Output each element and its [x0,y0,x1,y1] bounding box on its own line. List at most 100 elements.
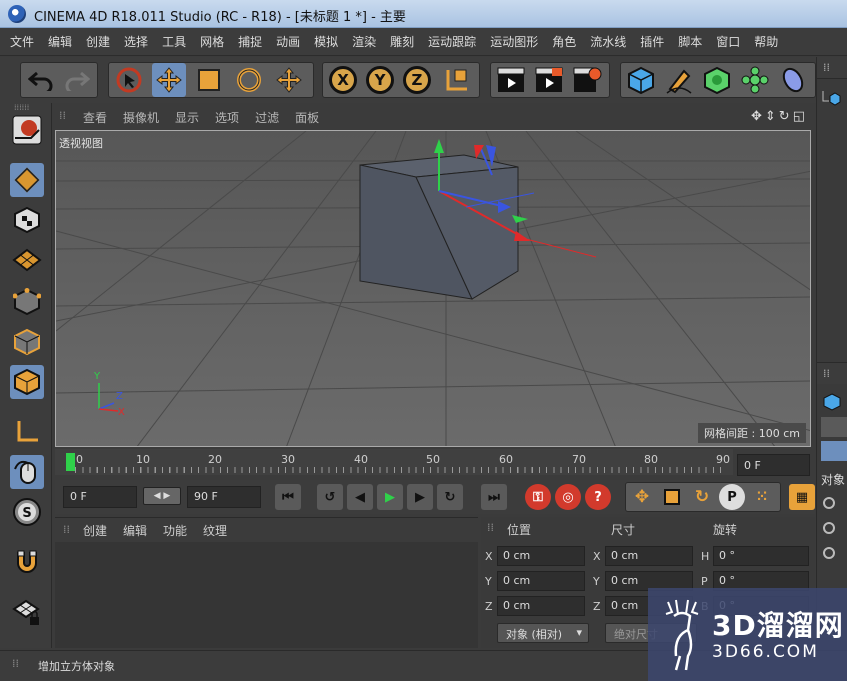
prev-key-button[interactable]: ↺ [317,484,343,510]
pos-z-field[interactable]: 0 cm [497,596,585,616]
scale-tool-button[interactable] [192,63,226,97]
attribute-tab[interactable] [821,417,847,437]
undo-button[interactable] [24,63,58,97]
menu-select[interactable]: 选择 [124,33,148,50]
select-tool-button[interactable] [112,63,146,97]
rot-h-field[interactable]: 0 ° [713,546,809,566]
autokey-button[interactable]: ◎ [555,484,581,510]
menu-pipeline[interactable]: 流水线 [590,33,626,50]
menu-simulate[interactable]: 模拟 [314,33,338,50]
pos-x-field[interactable]: 0 cm [497,546,585,566]
min-frame-field[interactable]: 0 F [63,486,137,508]
texture-mode-button[interactable] [10,203,44,237]
attribute-radio[interactable] [823,547,835,559]
last-tool-button[interactable] [272,63,306,97]
play-button[interactable]: ▶ [377,484,403,510]
dolly-icon[interactable]: ⇕ [765,109,779,124]
material-menu-create[interactable]: 创建 [83,522,107,539]
object-tree-item[interactable] [821,91,841,107]
next-frame-button[interactable]: ▶ [407,484,433,510]
add-spline-button[interactable] [662,63,696,97]
viewport-menu-display[interactable]: 显示 [175,109,199,126]
menu-window[interactable]: 窗口 [716,33,740,50]
render-settings-button[interactable] [570,63,604,97]
solo-button[interactable]: S [10,495,44,529]
material-menu-edit[interactable]: 编辑 [123,522,147,539]
current-frame-field[interactable]: 0 F [737,454,810,476]
viewport-menu-cameras[interactable]: 摄像机 [123,109,159,126]
scale-track-button[interactable] [659,484,685,510]
attribute-radio[interactable] [823,522,835,534]
tweak-mode-button[interactable] [10,455,44,489]
timeline-ruler[interactable]: 0 10 20 30 40 50 60 70 80 90 [55,449,733,475]
mode-switch-button[interactable] [10,113,44,147]
parameter-track-button[interactable]: P [719,484,745,510]
menu-motion-tracking[interactable]: 运动跟踪 [428,33,476,50]
pan-icon[interactable]: ✥ [751,109,765,124]
menu-tools[interactable]: 工具 [162,33,186,50]
max-frame-field[interactable]: 90 F [187,486,261,508]
viewport-menu-filter[interactable]: 过滤 [255,109,279,126]
record-key-button[interactable]: ⚿ [525,484,551,510]
keyframe-selection-button[interactable]: ? [585,484,611,510]
y-axis-lock-button[interactable]: Y [363,63,397,97]
menu-script[interactable]: 脚本 [678,33,702,50]
prev-frame-button[interactable]: ◀ [347,484,373,510]
goto-start-button[interactable]: ⏮ [275,484,301,510]
x-axis-lock-button[interactable]: X [326,63,360,97]
rotate-tool-button[interactable] [232,63,266,97]
menu-mograph[interactable]: 运动图形 [490,33,538,50]
rotation-track-button[interactable]: ↻ [689,484,715,510]
render-view-button[interactable] [494,63,528,97]
z-axis-lock-button[interactable]: Z [400,63,434,97]
edges-mode-button[interactable] [10,325,44,359]
render-to-picture-viewer-button[interactable] [532,63,566,97]
menu-mesh[interactable]: 网格 [200,33,224,50]
add-generator-button[interactable] [700,63,734,97]
pen-spline-icon [666,69,692,94]
points-mode-button[interactable] [10,285,44,319]
add-array-button[interactable] [738,63,772,97]
viewport-menu-options[interactable]: 选项 [215,109,239,126]
menu-snap[interactable]: 捕捉 [238,33,262,50]
workplane-lock-button[interactable] [10,595,44,629]
position-track-button[interactable]: ✥ [629,484,655,510]
coordinate-mode-dropdown[interactable]: 对象 (相对) ▾ [497,623,589,643]
next-key-button[interactable]: ↻ [437,484,463,510]
material-menu-texture[interactable]: 纹理 [203,522,227,539]
goto-end-button[interactable]: ⏭ [481,484,507,510]
size-x-field[interactable]: 0 cm [605,546,693,566]
menu-render[interactable]: 渲染 [352,33,376,50]
orbit-icon[interactable]: ↻ [779,109,793,124]
menu-plugins[interactable]: 插件 [640,33,664,50]
axis-mode-button[interactable] [10,415,44,449]
menu-help[interactable]: 帮助 [754,33,778,50]
redo-button[interactable] [60,63,94,97]
move-tool-button[interactable] [152,63,186,97]
menu-edit[interactable]: 编辑 [48,33,72,50]
material-menu-function[interactable]: 功能 [163,522,187,539]
point-level-button[interactable]: ⁙ [749,484,775,510]
workplane-mode-button[interactable] [10,243,44,277]
perspective-viewport[interactable]: 透视视图 Y Z X 网格间距 : 100 cm [55,130,811,447]
range-slider[interactable]: ◀ ▶ [143,487,181,505]
timeline-window-button[interactable]: ▦ [789,484,815,510]
attribute-radio[interactable] [823,497,835,509]
attribute-tab-active[interactable] [821,441,847,461]
current-frame-marker[interactable] [66,453,75,471]
add-deformer-button[interactable] [776,63,810,97]
menu-create[interactable]: 创建 [86,33,110,50]
viewport-menu-view[interactable]: 查看 [83,109,107,126]
snap-button[interactable] [10,545,44,579]
add-cube-button[interactable] [624,63,658,97]
viewport-menu-panel[interactable]: 面板 [295,109,319,126]
menu-sculpt[interactable]: 雕刻 [390,33,414,50]
polygons-mode-button[interactable] [10,365,44,399]
model-mode-button[interactable] [10,163,44,197]
coordinate-system-button[interactable] [440,63,474,97]
menu-file[interactable]: 文件 [10,33,34,50]
pos-y-field[interactable]: 0 cm [497,571,585,591]
menu-character[interactable]: 角色 [552,33,576,50]
menu-animate[interactable]: 动画 [276,33,300,50]
maximize-view-icon[interactable]: ◱ [793,109,808,124]
